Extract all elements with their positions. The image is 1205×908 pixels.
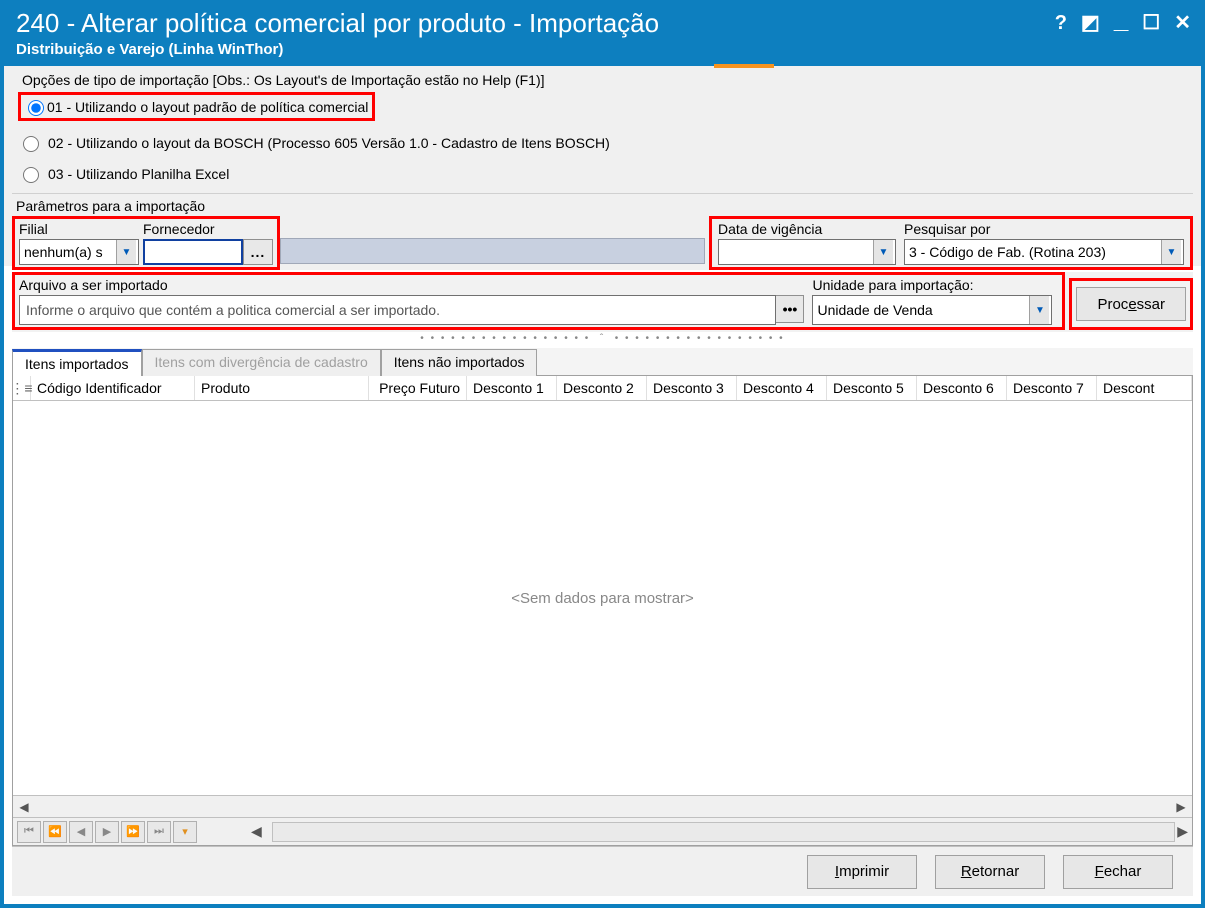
fechar-button[interactable]: Fechar (1063, 855, 1173, 889)
data-grid: ⋮≡ Código Identificador Produto Preço Fu… (12, 376, 1193, 846)
tab-itens-importados[interactable]: Itens importados (12, 349, 142, 376)
option-2-label: 02 - Utilizando o layout da BOSCH (Proce… (48, 135, 610, 151)
col-desc6[interactable]: Desconto 6 (917, 376, 1007, 400)
pesquisar-combo[interactable]: 3 - Código de Fab. (Rotina 203) (904, 239, 1184, 265)
col-desc1[interactable]: Desconto 1 (467, 376, 557, 400)
content: Opções de tipo de importação [Obs.: Os L… (4, 66, 1201, 904)
filial-value: nenhum(a) s (20, 244, 116, 260)
pesquisar-value: 3 - Código de Fab. (Rotina 203) (905, 244, 1161, 260)
arquivo-input[interactable]: Informe o arquivo que contém a politica … (19, 295, 776, 325)
options-group-label: Opções de tipo de importação [Obs.: Os L… (18, 70, 1187, 90)
nav-nextpage-icon[interactable]: ⏩ (121, 821, 145, 843)
col-produto[interactable]: Produto (195, 376, 369, 400)
window-controls: ? ◩ _ ☐ ✕ (1055, 10, 1191, 36)
nav-prevpage-icon[interactable]: ⏪ (43, 821, 67, 843)
chevron-down-icon[interactable] (1029, 296, 1049, 324)
processar-button[interactable]: Processar (1076, 287, 1186, 321)
unidade-combo[interactable]: Unidade de Venda (812, 295, 1052, 325)
option-1-label: 01 - Utilizando o layout padrão de polít… (47, 99, 368, 115)
grid-body: <Sem dados para mostrar> (13, 401, 1192, 795)
arquivo-placeholder: Informe o arquivo que contém a politica … (26, 302, 440, 318)
minimize-icon[interactable]: _ (1114, 6, 1128, 32)
fornecedor-display-strip (280, 238, 705, 264)
arquivo-label: Arquivo a ser importado (19, 277, 804, 293)
grid-empty-text: <Sem dados para mostrar> (511, 590, 694, 607)
scroll-left-icon[interactable]: ◀ (13, 797, 35, 817)
tab-itens-divergencia[interactable]: Itens com divergência de cadastro (142, 349, 381, 376)
fornecedor-label: Fornecedor (143, 221, 273, 237)
option-3-row: 03 - Utilizando Planilha Excel (18, 162, 1187, 193)
close-icon[interactable]: ✕ (1174, 13, 1191, 33)
params-row-1: Filial nenhum(a) s Fornecedor ... (12, 216, 1193, 270)
grid-header: ⋮≡ Código Identificador Produto Preço Fu… (13, 376, 1192, 401)
col-preco[interactable]: Preço Futuro (369, 376, 467, 400)
option-1-row: 01 - Utilizando o layout padrão de polít… (18, 90, 1187, 131)
unidade-label: Unidade para importação: (812, 277, 1058, 293)
option-3-label: 03 - Utilizando Planilha Excel (48, 166, 229, 182)
option-1-radio[interactable] (28, 100, 44, 116)
accent-strip (714, 64, 774, 68)
col-desc5[interactable]: Desconto 5 (827, 376, 917, 400)
option-2-row: 02 - Utilizando o layout da BOSCH (Proce… (18, 131, 1187, 162)
data-vigencia-combo[interactable] (718, 239, 896, 265)
nav-next-icon[interactable]: ▶ (95, 821, 119, 843)
col-desc3[interactable]: Desconto 3 (647, 376, 737, 400)
fornecedor-input[interactable] (143, 239, 243, 265)
arquivo-browse-button[interactable]: ••• (776, 295, 804, 323)
tool-icon[interactable]: ◩ (1081, 13, 1100, 33)
col-desc7[interactable]: Desconto 7 (1007, 376, 1097, 400)
titlebar: 240 - Alterar política comercial por pro… (4, 4, 1201, 66)
import-options-group: Opções de tipo de importação [Obs.: Os L… (12, 70, 1193, 194)
filial-label: Filial (19, 221, 139, 237)
grid-hscroll[interactable]: ◀ ▶ (13, 795, 1192, 817)
scroll-right2-icon[interactable]: ▶ (1177, 823, 1188, 840)
imprimir-button[interactable]: Imprimir (807, 855, 917, 889)
option-3-radio[interactable] (23, 167, 39, 183)
window-subtitle: Distribuição e Varejo (Linha WinThor) (16, 41, 1189, 58)
filial-combo[interactable]: nenhum(a) s (19, 239, 139, 265)
unidade-value: Unidade de Venda (813, 302, 1029, 318)
tabs: Itens importados Itens com divergência d… (12, 348, 1193, 376)
col-desc8[interactable]: Descont (1097, 376, 1192, 400)
params-group-label: Parâmetros para a importação (12, 196, 1193, 216)
grid-navigator: ⏮ ⏪ ◀ ▶ ⏩ ⏭ ▾ ◀ ▶ (13, 817, 1192, 845)
chevron-down-icon[interactable] (873, 240, 893, 264)
data-vigencia-label: Data de vigência (718, 221, 896, 237)
chevron-down-icon[interactable] (1161, 240, 1181, 264)
scroll-left2-icon[interactable]: ◀ (251, 823, 262, 840)
nav-last-icon[interactable]: ⏭ (147, 821, 171, 843)
app-window: 240 - Alterar política comercial por pro… (0, 0, 1205, 908)
bottom-bar: Imprimir Retornar Fechar (12, 846, 1193, 896)
col-desc4[interactable]: Desconto 4 (737, 376, 827, 400)
scroll-right-icon[interactable]: ▶ (1170, 797, 1192, 817)
help-icon[interactable]: ? (1055, 13, 1067, 33)
nav-prev-icon[interactable]: ◀ (69, 821, 93, 843)
fornecedor-lookup-button[interactable]: ... (243, 239, 273, 265)
chevron-down-icon[interactable] (116, 240, 136, 264)
option-2-radio[interactable] (23, 136, 39, 152)
pesquisar-label: Pesquisar por (904, 221, 1184, 237)
col-desc2[interactable]: Desconto 2 (557, 376, 647, 400)
maximize-icon[interactable]: ☐ (1142, 13, 1160, 33)
window-title: 240 - Alterar política comercial por pro… (16, 8, 1189, 39)
col-codigo[interactable]: Código Identificador (31, 376, 195, 400)
tab-itens-nao-importados[interactable]: Itens não importados (381, 349, 538, 376)
retornar-button[interactable]: Retornar (935, 855, 1045, 889)
splitter-handle[interactable]: • • • • • • • • • • • • • • • • • ˆ • • … (12, 334, 1193, 344)
row-selector-header[interactable]: ⋮≡ (13, 376, 31, 400)
nav-scroll-track[interactable] (272, 822, 1175, 842)
nav-first-icon[interactable]: ⏮ (17, 821, 41, 843)
params-row-2: Arquivo a ser importado Informe o arquiv… (12, 272, 1193, 332)
filter-icon[interactable]: ▾ (173, 821, 197, 843)
